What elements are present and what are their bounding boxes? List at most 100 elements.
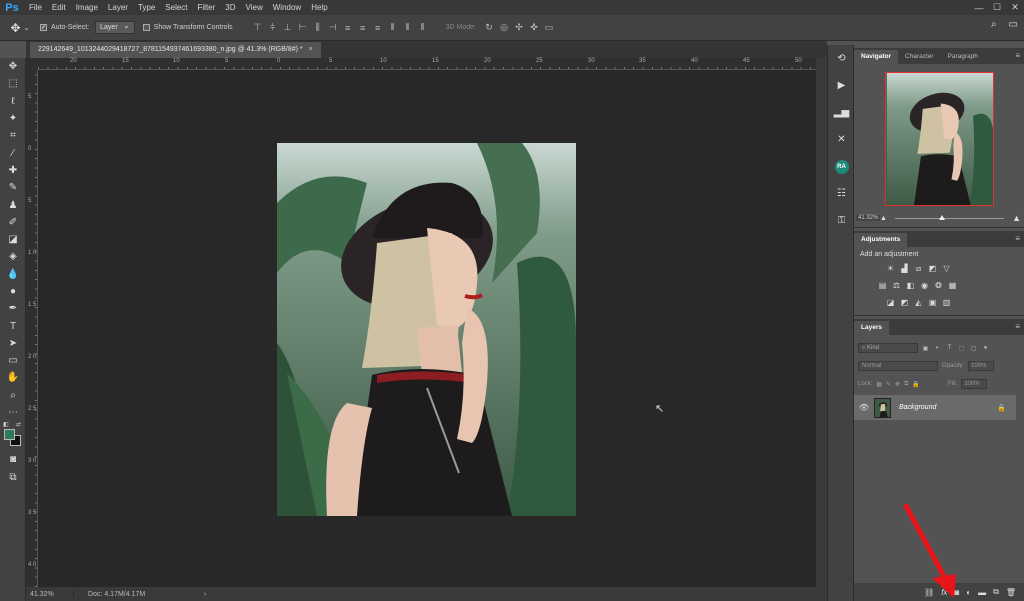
- tab-layers[interactable]: Layers: [854, 321, 889, 335]
- screen-mode-icon[interactable]: ⧉: [0, 469, 26, 486]
- align-left-icon[interactable]: ⊢: [298, 22, 308, 34]
- auto-select-option[interactable]: ✓ Auto-Select:: [40, 24, 89, 31]
- curves-icon[interactable]: ⧄: [913, 263, 924, 274]
- menu-layer[interactable]: Layer: [103, 0, 133, 15]
- menu-filter[interactable]: Filter: [193, 0, 221, 15]
- layer-style-fx-icon[interactable]: fx: [941, 588, 947, 597]
- show-transform-checkbox[interactable]: [142, 24, 150, 31]
- status-zoom[interactable]: 41.32%: [26, 590, 74, 598]
- filter-shape-icon[interactable]: ⬚: [957, 344, 966, 353]
- lock-artboard-icon[interactable]: ⧉: [904, 381, 908, 388]
- minimize-button[interactable]: —: [970, 0, 988, 15]
- lock-transparent-icon[interactable]: ▦: [876, 381, 882, 388]
- 3d-scale-icon[interactable]: ▭: [544, 22, 554, 34]
- tools-icon[interactable]: ✕: [828, 126, 855, 153]
- brush-tool-icon[interactable]: ✎: [0, 179, 26, 196]
- vibrance-icon[interactable]: ▽: [941, 263, 952, 274]
- actions-icon[interactable]: ▶: [828, 72, 855, 99]
- hand-tool-icon[interactable]: ✋: [0, 369, 26, 386]
- 3d-rotate-icon[interactable]: ↻: [484, 22, 494, 34]
- distribute-hcenter-icon[interactable]: ⦀: [403, 22, 413, 34]
- path-selection-tool-icon[interactable]: ➤: [0, 335, 26, 352]
- canvas-scrollbar[interactable]: [816, 58, 827, 601]
- move-tool-icon[interactable]: ✥: [0, 58, 26, 75]
- eyedropper-tool-icon[interactable]: ⁄: [0, 144, 26, 161]
- lock-pixels-icon[interactable]: ✎: [886, 381, 891, 388]
- distribute-right-icon[interactable]: ⦀: [418, 22, 428, 34]
- navigator-zoom-value[interactable]: 41.32%: [856, 215, 880, 221]
- visibility-eye-icon[interactable]: 👁: [854, 403, 874, 412]
- healing-brush-tool-icon[interactable]: ✚: [0, 162, 26, 179]
- new-layer-icon[interactable]: ⧉: [993, 587, 999, 597]
- add-mask-icon[interactable]: ◙: [954, 588, 959, 597]
- filter-smart-object-icon[interactable]: ▢: [969, 344, 978, 353]
- black-white-icon[interactable]: ◧: [905, 280, 916, 291]
- 3d-drag-icon[interactable]: ✣: [514, 22, 524, 34]
- navigator-zoom-slider[interactable]: [894, 214, 1005, 220]
- document-tab[interactable]: 229142649_1013244029418727_8781154937461…: [30, 42, 321, 58]
- histogram-icon[interactable]: ▂▅: [828, 99, 855, 126]
- zoom-out-icon[interactable]: ▲: [880, 215, 887, 222]
- magic-wand-tool-icon[interactable]: ✦: [0, 110, 26, 127]
- align-top-icon[interactable]: ⊤: [253, 22, 263, 34]
- invert-icon[interactable]: ◪: [885, 297, 896, 308]
- search-icon[interactable]: ⌕: [991, 19, 997, 30]
- selective-color-icon[interactable]: ▣: [927, 297, 938, 308]
- tab-character[interactable]: Character: [898, 50, 941, 64]
- foreground-color-swatch[interactable]: [4, 429, 15, 441]
- blend-mode-select[interactable]: Normal: [858, 361, 938, 371]
- workspace-icon[interactable]: ▭: [1009, 19, 1018, 30]
- levels-icon[interactable]: ▟: [899, 263, 910, 274]
- close-document-icon[interactable]: ×: [309, 46, 313, 53]
- align-bottom-icon[interactable]: ⊥: [283, 22, 293, 34]
- auto-select-checkbox[interactable]: ✓: [40, 24, 47, 31]
- filter-toggle-icon[interactable]: ●: [981, 344, 990, 353]
- menu-image[interactable]: Image: [71, 0, 103, 15]
- navigator-thumbnail[interactable]: [885, 72, 994, 206]
- 3d-slide-icon[interactable]: ✜: [529, 22, 539, 34]
- tab-adjustments[interactable]: Adjustments: [854, 233, 908, 247]
- menu-3d[interactable]: 3D: [220, 0, 240, 15]
- status-menu-arrow[interactable]: ›: [204, 591, 206, 598]
- zoom-tool-icon[interactable]: ⌕: [0, 387, 26, 404]
- menu-view[interactable]: View: [241, 0, 268, 15]
- panel-menu-icon[interactable]: ≡: [1015, 234, 1020, 243]
- default-colors-icon[interactable]: ◧: [3, 421, 9, 428]
- properties-icon[interactable]: ☷: [828, 180, 855, 207]
- history-brush-tool-icon[interactable]: ✐: [0, 214, 26, 231]
- color-balance-icon[interactable]: ⚖: [891, 280, 902, 291]
- maximize-button[interactable]: ☐: [988, 0, 1006, 15]
- opacity-input[interactable]: 100%: [968, 361, 995, 371]
- type-tool-icon[interactable]: T: [0, 317, 26, 334]
- marquee-tool-icon[interactable]: ⬚: [0, 75, 26, 92]
- tab-navigator[interactable]: Navigator: [854, 50, 898, 64]
- link-layers-icon[interactable]: ⛓: [924, 588, 934, 597]
- photo-filter-icon[interactable]: ◉: [919, 280, 930, 291]
- quick-mask-icon[interactable]: ◙: [0, 451, 26, 468]
- auto-select-dropdown[interactable]: Layer: [95, 20, 135, 34]
- dodge-tool-icon[interactable]: ●: [0, 283, 26, 300]
- distribute-vcenter-icon[interactable]: ≡: [358, 22, 368, 34]
- blur-tool-icon[interactable]: 💧: [0, 266, 26, 283]
- slider-knob[interactable]: [938, 214, 945, 220]
- lock-position-icon[interactable]: ✥: [895, 381, 900, 388]
- panel-menu-icon[interactable]: ≡: [1015, 51, 1020, 60]
- history-icon[interactable]: ⟲: [828, 45, 855, 72]
- delete-layer-icon[interactable]: 🗑: [1006, 588, 1016, 597]
- align-vcenter-icon[interactable]: ⫩: [268, 22, 278, 34]
- menu-type[interactable]: Type: [133, 0, 160, 15]
- color-lookup-icon[interactable]: ▦: [947, 280, 958, 291]
- eraser-tool-icon[interactable]: ◪: [0, 231, 26, 248]
- filter-type-icon[interactable]: T: [945, 344, 954, 353]
- distribute-left-icon[interactable]: ⦀: [388, 22, 398, 34]
- filter-adjustment-icon[interactable]: ◐: [933, 344, 942, 353]
- menu-window[interactable]: Window: [268, 0, 306, 15]
- menu-file[interactable]: File: [24, 0, 47, 15]
- gradient-map-icon[interactable]: ▥: [941, 297, 952, 308]
- plugin-ra-icon[interactable]: RA: [828, 153, 855, 180]
- lock-all-icon[interactable]: 🔒: [912, 381, 919, 388]
- show-transform-option[interactable]: Show Transform Controls: [142, 24, 233, 31]
- align-hcenter-icon[interactable]: ⫼: [313, 22, 323, 34]
- hue-saturation-icon[interactable]: ▤: [877, 280, 888, 291]
- brightness-icon[interactable]: ☀: [885, 263, 896, 274]
